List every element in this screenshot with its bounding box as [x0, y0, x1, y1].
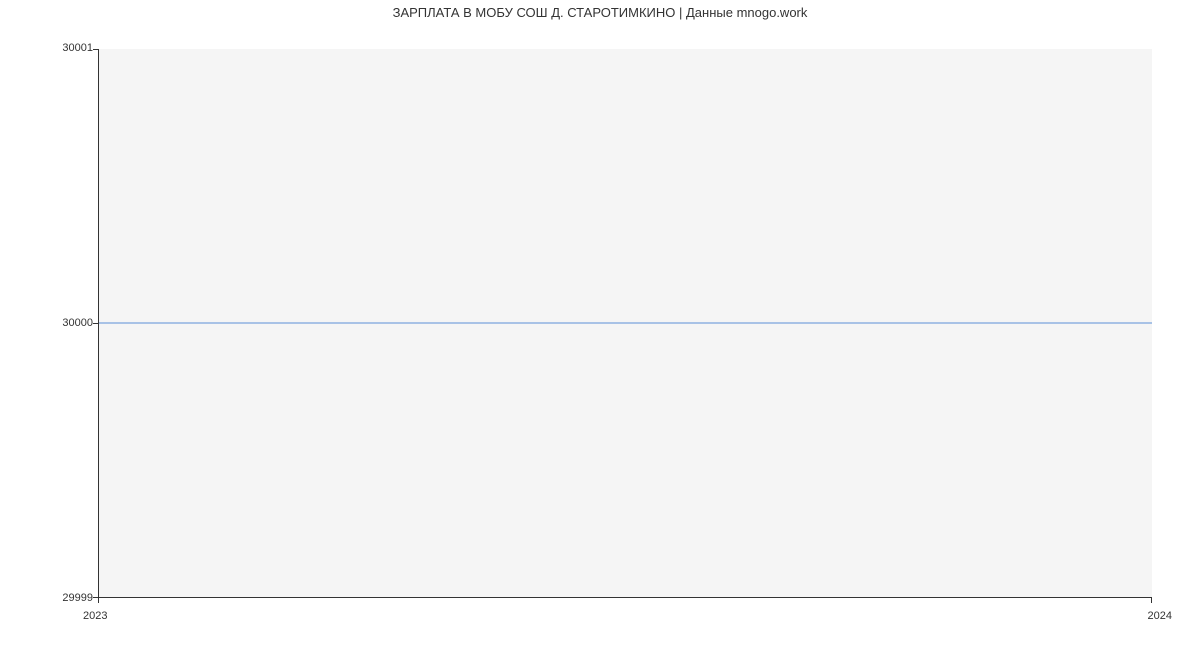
y-tick-mark [93, 323, 98, 324]
y-axis-tick-label: 29999 [13, 592, 93, 604]
plot-area [98, 49, 1152, 598]
x-axis-tick-label: 2024 [1148, 610, 1172, 622]
data-line [99, 323, 1152, 324]
x-tick-mark [98, 598, 99, 603]
chart-container: ЗАРПЛАТА В МОБУ СОШ Д. СТАРОТИМКИНО | Да… [0, 0, 1200, 650]
y-axis-tick-label: 30000 [13, 317, 93, 329]
y-axis-tick-label: 30001 [13, 42, 93, 54]
x-axis-tick-label: 2023 [83, 610, 107, 622]
chart-title: ЗАРПЛАТА В МОБУ СОШ Д. СТАРОТИМКИНО | Да… [0, 5, 1200, 20]
x-tick-mark [1151, 598, 1152, 603]
y-tick-mark [93, 49, 98, 50]
